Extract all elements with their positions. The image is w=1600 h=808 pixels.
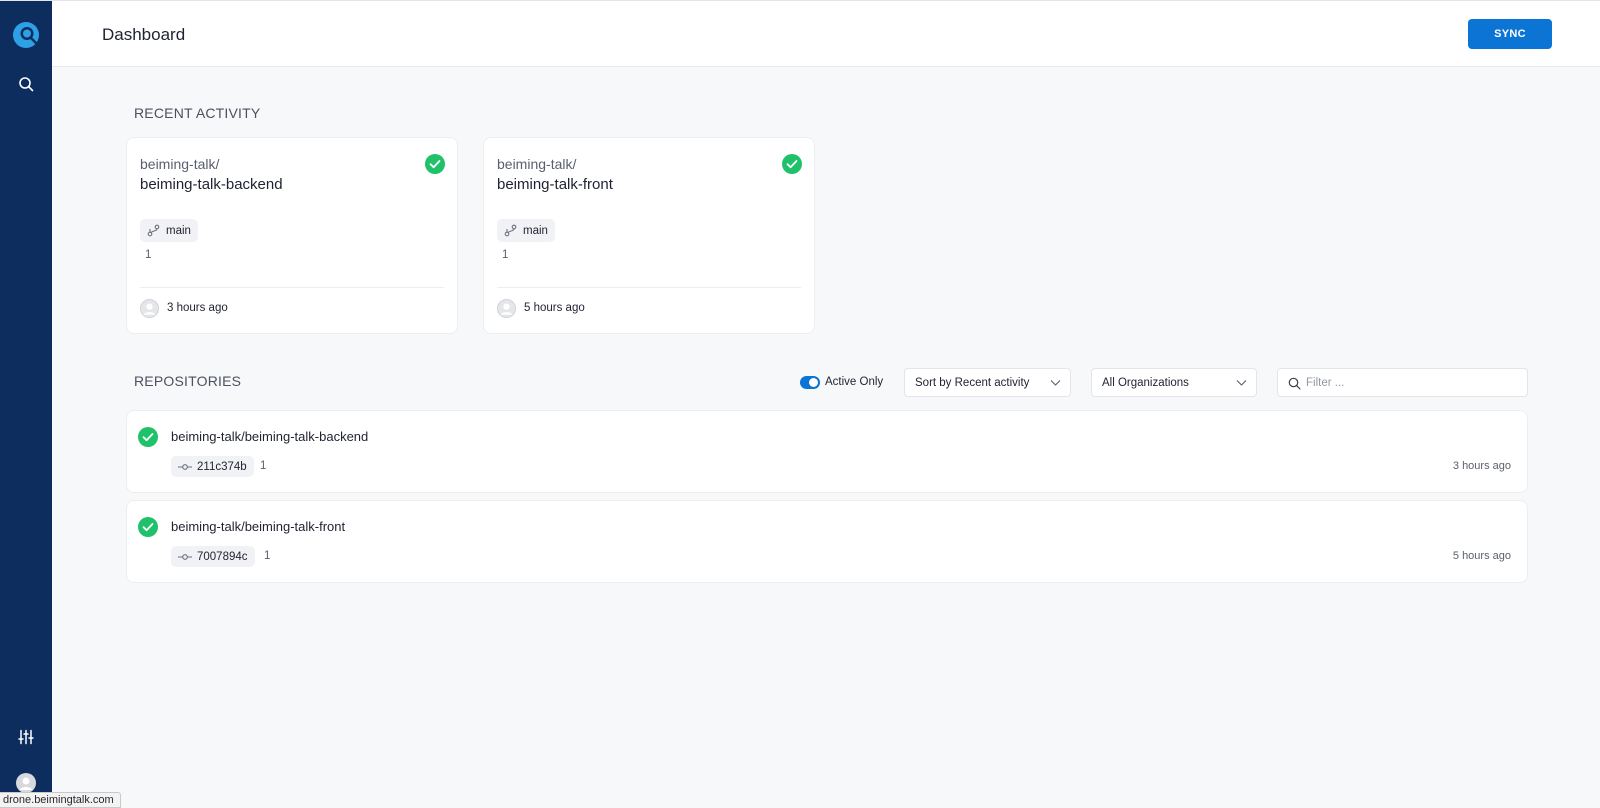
- recent-activity-title: RECENT ACTIVITY: [134, 105, 261, 121]
- success-check-icon: [782, 154, 802, 174]
- branch-badge: main: [140, 219, 198, 242]
- activity-card[interactable]: beiming-talk/ beiming-talk-front main 1 …: [483, 137, 815, 334]
- sliders-icon[interactable]: [18, 729, 34, 745]
- repository-time: 3 hours ago: [1452, 460, 1511, 472]
- author-avatar-icon: [140, 299, 159, 318]
- card-divider: [140, 287, 444, 288]
- sync-button[interactable]: SYNC: [1468, 19, 1552, 49]
- sidebar: [0, 0, 52, 808]
- repository-name: beiming-talk/beiming-talk-front: [171, 519, 346, 534]
- sort-select-value: Sort by Recent activity: [915, 377, 1030, 389]
- sort-select[interactable]: Sort by Recent activity: [904, 368, 1071, 397]
- repository-time: 5 hours ago: [1452, 550, 1511, 562]
- success-check-icon: [138, 517, 158, 537]
- card-repo-name: beiming-talk-backend: [140, 176, 283, 193]
- organization-select[interactable]: All Organizations: [1091, 368, 1257, 397]
- branch-badge: main: [497, 219, 555, 242]
- active-only-toggle[interactable]: [800, 376, 820, 389]
- filter-box: [1277, 368, 1528, 397]
- commit-sha: 211c374b: [197, 460, 247, 473]
- card-time: 5 hours ago: [524, 302, 585, 314]
- top-header: Dashboard SYNC: [52, 0, 1600, 67]
- git-branch-icon: [504, 224, 517, 237]
- build-number: 1: [264, 550, 271, 562]
- filter-input[interactable]: [1306, 374, 1516, 392]
- branch-name: main: [166, 224, 191, 237]
- author-avatar-icon: [497, 299, 516, 318]
- card-divider: [497, 287, 801, 288]
- build-number: 1: [260, 460, 267, 472]
- repository-row[interactable]: beiming-talk/beiming-talk-backend 211c37…: [126, 410, 1528, 493]
- card-namespace: beiming-talk/: [140, 156, 220, 172]
- card-time: 3 hours ago: [167, 302, 228, 314]
- commit-badge: 7007894c: [171, 546, 255, 567]
- browser-status-url: drone.beimingtalk.com: [0, 792, 121, 808]
- chevron-down-icon: [1236, 380, 1247, 386]
- user-avatar-icon[interactable]: [16, 773, 36, 793]
- git-commit-icon: [178, 463, 192, 470]
- git-branch-icon: [147, 224, 160, 237]
- search-icon[interactable]: [18, 76, 34, 92]
- card-repo-name: beiming-talk-front: [497, 176, 613, 193]
- build-number: 1: [502, 249, 509, 261]
- search-icon: [1288, 377, 1301, 390]
- chevron-down-icon: [1050, 380, 1061, 386]
- commit-sha: 7007894c: [197, 550, 248, 563]
- activity-card[interactable]: beiming-talk/ beiming-talk-backend main …: [126, 137, 458, 334]
- repositories-title: REPOSITORIES: [134, 373, 242, 389]
- active-only-label: Active Only: [825, 376, 884, 388]
- git-commit-icon: [178, 553, 192, 560]
- page-title: Dashboard: [102, 25, 186, 44]
- card-namespace: beiming-talk/: [497, 156, 577, 172]
- build-number: 1: [145, 249, 152, 261]
- drone-logo-icon[interactable]: [12, 21, 40, 49]
- branch-name: main: [523, 224, 548, 237]
- success-check-icon: [425, 154, 445, 174]
- repository-name: beiming-talk/beiming-talk-backend: [171, 429, 369, 444]
- commit-badge: 211c374b: [171, 456, 254, 477]
- repository-row[interactable]: beiming-talk/beiming-talk-front 7007894c…: [126, 500, 1528, 583]
- organization-select-value: All Organizations: [1102, 377, 1189, 389]
- success-check-icon: [138, 427, 158, 447]
